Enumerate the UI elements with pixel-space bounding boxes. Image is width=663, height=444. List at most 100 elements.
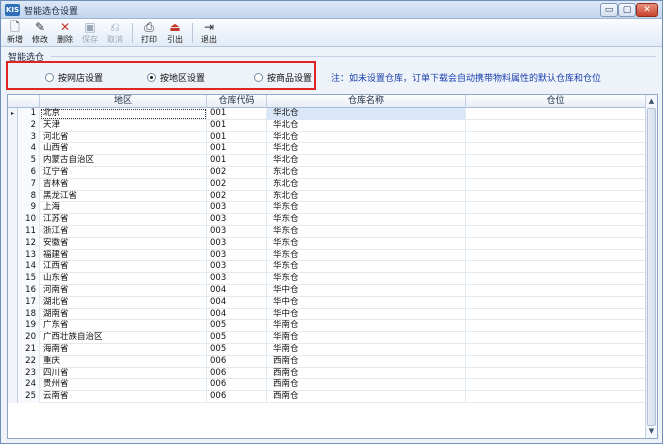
cell-warehouse-code[interactable]: 006	[207, 367, 267, 380]
cell-warehouse-code[interactable]: 005	[207, 332, 267, 344]
scroll-up-icon[interactable]: ▲	[646, 96, 657, 107]
cell-location[interactable]	[466, 261, 646, 274]
table-row[interactable]: 9 上海 003 华东仓	[8, 202, 646, 215]
region-warehouse-grid[interactable]: 地区 仓库代码 仓库名称 仓位 ▸ 1 北京 001 华北仓 2 天津 001 华北仓 3 河北省 0…	[7, 94, 658, 439]
cell-region[interactable]: 广东省	[40, 320, 207, 333]
cell-warehouse-name[interactable]: 华东仓	[267, 249, 466, 262]
table-row[interactable]: 7 吉林省 002 东北仓	[8, 178, 646, 191]
table-row[interactable]: 10 江苏省 003 华东仓	[8, 214, 646, 226]
maximize-button[interactable]: ▢	[618, 3, 636, 17]
table-row[interactable]: 13 福建省 003 华东仓	[8, 249, 646, 262]
cell-warehouse-name[interactable]: 东北仓	[267, 190, 466, 203]
cell-warehouse-name[interactable]: 华北仓	[267, 108, 466, 120]
cancel-button[interactable]: ⎌ 取消	[103, 20, 127, 46]
table-row[interactable]: 4 山西省 001 华北仓	[8, 143, 646, 156]
cell-region[interactable]: 上海	[40, 202, 207, 215]
cell-region[interactable]: 湖南省	[40, 308, 207, 321]
radio-by-store[interactable]: 按网店设置	[45, 71, 103, 84]
table-row[interactable]: 24 贵州省 006 西南仓	[8, 379, 646, 392]
cell-warehouse-code[interactable]: 006	[207, 355, 267, 368]
cell-warehouse-name[interactable]: 华北仓	[267, 119, 466, 132]
table-row[interactable]: 17 湖北省 004 华中仓	[8, 296, 646, 309]
cell-warehouse-name[interactable]: 华东仓	[267, 273, 466, 285]
cell-warehouse-name[interactable]: 华南仓	[267, 332, 466, 344]
cell-location[interactable]	[466, 167, 646, 179]
table-row[interactable]: 12 安徽省 003 华东仓	[8, 237, 646, 250]
cell-location[interactable]	[466, 237, 646, 250]
cell-warehouse-code[interactable]: 005	[207, 344, 267, 356]
cell-warehouse-code[interactable]: 006	[207, 391, 267, 403]
cell-region[interactable]: 四川省	[40, 367, 207, 380]
cell-warehouse-name[interactable]: 华东仓	[267, 261, 466, 274]
cell-location[interactable]	[466, 226, 646, 238]
cell-warehouse-code[interactable]: 001	[207, 108, 267, 120]
cell-warehouse-code[interactable]: 002	[207, 167, 267, 179]
cell-warehouse-code[interactable]: 003	[207, 226, 267, 238]
cell-warehouse-name[interactable]: 西南仓	[267, 379, 466, 392]
cell-location[interactable]	[466, 202, 646, 215]
cell-warehouse-code[interactable]: 001	[207, 155, 267, 167]
cell-region[interactable]: 安徽省	[40, 237, 207, 250]
cell-location[interactable]	[466, 249, 646, 262]
table-row[interactable]: 19 广东省 005 华南仓	[8, 320, 646, 333]
cell-warehouse-code[interactable]: 005	[207, 320, 267, 333]
table-row[interactable]: ▸ 1 北京 001 华北仓	[8, 108, 646, 120]
cell-location[interactable]	[466, 285, 646, 297]
cell-location[interactable]	[466, 332, 646, 344]
cell-warehouse-name[interactable]: 华中仓	[267, 296, 466, 309]
cell-region[interactable]: 辽宁省	[40, 167, 207, 179]
table-row[interactable]: 11 浙江省 003 华东仓	[8, 226, 646, 238]
cell-region[interactable]: 重庆	[40, 355, 207, 368]
table-row[interactable]: 6 辽宁省 002 东北仓	[8, 167, 646, 179]
table-row[interactable]: 21 海南省 005 华南仓	[8, 344, 646, 356]
print-button[interactable]: ⎙ 打印	[137, 20, 161, 46]
cell-region[interactable]: 河南省	[40, 285, 207, 297]
export-button[interactable]: ⏏ 引出	[163, 20, 187, 46]
cell-region[interactable]: 广西壮族自治区	[40, 332, 207, 344]
cell-location[interactable]	[466, 379, 646, 392]
scroll-thumb[interactable]	[647, 108, 656, 426]
cell-warehouse-code[interactable]: 006	[207, 379, 267, 392]
cell-warehouse-code[interactable]: 002	[207, 190, 267, 203]
edit-button[interactable]: ✎ 修改	[28, 20, 52, 46]
new-button[interactable]: 🗋 新增	[3, 20, 27, 46]
cell-location[interactable]	[466, 214, 646, 226]
cell-region[interactable]: 贵州省	[40, 379, 207, 392]
cell-warehouse-name[interactable]: 东北仓	[267, 167, 466, 179]
cell-region[interactable]: 天津	[40, 119, 207, 132]
table-row[interactable]: 14 江西省 003 华东仓	[8, 261, 646, 274]
table-row[interactable]: 5 内蒙古自治区 001 华北仓	[8, 155, 646, 167]
header-warehouse-name[interactable]: 仓库名称	[267, 95, 466, 108]
cell-location[interactable]	[466, 143, 646, 156]
cell-location[interactable]	[466, 155, 646, 167]
save-button[interactable]: ▣ 保存	[78, 20, 102, 46]
exit-button[interactable]: ⇥ 退出	[197, 20, 221, 46]
cell-warehouse-code[interactable]: 001	[207, 119, 267, 132]
cell-location[interactable]	[466, 355, 646, 368]
table-row[interactable]: 2 天津 001 华北仓	[8, 119, 646, 132]
cell-location[interactable]	[466, 391, 646, 403]
cell-warehouse-name[interactable]: 华北仓	[267, 131, 466, 144]
cell-warehouse-name[interactable]: 西南仓	[267, 355, 466, 368]
close-button[interactable]: ✕	[636, 3, 658, 17]
cell-warehouse-code[interactable]: 001	[207, 143, 267, 156]
cell-warehouse-name[interactable]: 华北仓	[267, 143, 466, 156]
radio-by-region[interactable]: 按地区设置	[147, 71, 205, 84]
cell-location[interactable]	[466, 296, 646, 309]
cell-location[interactable]	[466, 190, 646, 203]
table-row[interactable]: 8 黑龙江省 002 东北仓	[8, 190, 646, 203]
cell-location[interactable]	[466, 367, 646, 380]
cell-warehouse-code[interactable]: 004	[207, 296, 267, 309]
cell-region[interactable]: 云南省	[40, 391, 207, 403]
delete-button[interactable]: ✕ 删除	[53, 20, 77, 46]
cell-region[interactable]: 湖北省	[40, 296, 207, 309]
cell-warehouse-name[interactable]: 华南仓	[267, 344, 466, 356]
cell-warehouse-name[interactable]: 华东仓	[267, 202, 466, 215]
cell-region[interactable]: 吉林省	[40, 178, 207, 191]
radio-by-product[interactable]: 按商品设置	[254, 71, 312, 84]
cell-warehouse-name[interactable]: 东北仓	[267, 178, 466, 191]
cell-region[interactable]: 河北省	[40, 131, 207, 144]
cell-location[interactable]	[466, 320, 646, 333]
cell-location[interactable]	[466, 344, 646, 356]
cell-region[interactable]: 海南省	[40, 344, 207, 356]
